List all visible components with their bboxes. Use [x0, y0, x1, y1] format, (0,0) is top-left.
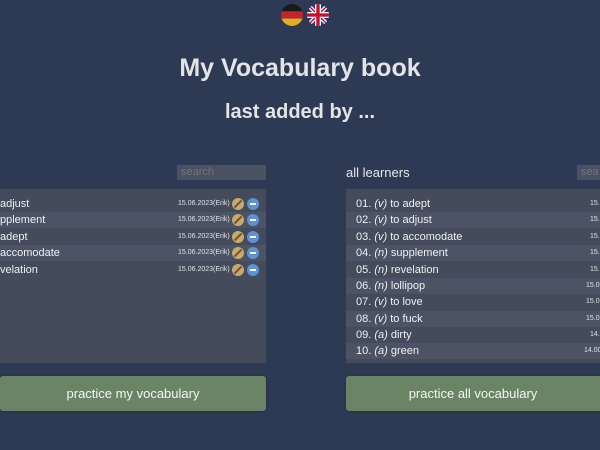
word-text: adept [0, 231, 28, 243]
word-type: (v) [374, 313, 388, 325]
word-type: (v) [374, 296, 388, 308]
item-number: 04. [356, 247, 372, 259]
word-text: dirty [390, 329, 412, 341]
uk-flag-icon[interactable] [307, 4, 329, 26]
word-text: accomodate [0, 247, 60, 259]
word-type: (v) [374, 231, 388, 243]
all-vocabulary-list: 01. (v) to adept 15. 02. (v) to adjust 1… [346, 189, 600, 363]
page-subtitle: last added by ... [224, 101, 376, 123]
page-title: My Vocabulary book [179, 54, 421, 82]
item-number: 03. [356, 231, 372, 243]
edit-icon[interactable] [232, 247, 244, 259]
list-item[interactable]: adept 15.06.2023(Erik) [0, 229, 266, 245]
word-text: green [390, 345, 420, 357]
german-flag-icon[interactable] [281, 4, 303, 26]
practice-my-vocabulary-button[interactable]: practice my vocabulary [0, 376, 266, 411]
language-switcher [281, 4, 329, 26]
edit-icon[interactable] [232, 214, 244, 226]
added-date: 15.0 [586, 298, 600, 305]
all-search-input[interactable] [577, 165, 600, 180]
list-item[interactable]: 01. (v) to adept 15. [346, 196, 600, 212]
word-text: supplement [390, 247, 448, 259]
item-number: 05. [356, 264, 372, 276]
list-item[interactable]: accomodate 15.06.2023(Erik) [0, 245, 266, 261]
item-number: 06. [356, 280, 372, 292]
list-item[interactable]: 06. (n) lollipop 15.0 [346, 278, 600, 294]
edit-icon[interactable] [232, 264, 244, 276]
list-item[interactable]: 05. (n) revelation 15. [346, 262, 600, 278]
remove-icon[interactable] [247, 198, 259, 210]
my-search-input[interactable] [177, 165, 266, 180]
list-item[interactable]: 07. (v) to love 15.0 [346, 294, 600, 310]
word-text: lollipop [390, 280, 426, 292]
list-item[interactable]: pplement 15.06.2023(Erik) [0, 212, 266, 228]
item-number: 01. [356, 198, 372, 210]
list-item[interactable]: 02. (v) to adjust 15. [346, 212, 600, 228]
word-text: revelation [390, 264, 439, 276]
item-number: 09. [356, 329, 372, 341]
added-date: 15. [590, 249, 600, 256]
word-text: to adept [390, 198, 431, 210]
list-item[interactable]: 03. (v) to accomodate 15. [346, 229, 600, 245]
word-type: (v) [374, 198, 388, 210]
added-date: 14.00 [584, 347, 600, 354]
word-text: to accomodate [390, 231, 463, 243]
added-date: 15. [590, 233, 600, 240]
word-text: to fuck [390, 313, 423, 325]
my-vocabulary-list: adjust 15.06.2023(Erik) pplement 15.06.2… [0, 189, 266, 363]
list-item[interactable]: 04. (n) supplement 15. [346, 245, 600, 261]
list-item[interactable]: velation 15.06.2023(Erik) [0, 262, 266, 278]
added-date: 15.06.2023(Erik) [178, 249, 230, 256]
practice-all-vocabulary-button[interactable]: practice all vocabulary [346, 376, 600, 411]
remove-icon[interactable] [247, 247, 259, 259]
item-number: 07. [356, 296, 372, 308]
word-type: (a) [374, 329, 388, 341]
list-item[interactable]: 10. (a) green 14.00 [346, 343, 600, 359]
remove-icon[interactable] [247, 214, 259, 226]
list-item[interactable]: 09. (a) dirty 14. [346, 327, 600, 343]
added-date: 15.06.2023(Erik) [178, 200, 230, 207]
word-type: (n) [374, 247, 388, 259]
edit-icon[interactable] [232, 231, 244, 243]
remove-icon[interactable] [247, 231, 259, 243]
added-date: 15. [590, 200, 600, 207]
item-number: 10. [356, 345, 372, 357]
word-type: (n) [374, 264, 388, 276]
item-number: 08. [356, 313, 372, 325]
added-date: 15. [590, 266, 600, 273]
word-type: (a) [374, 345, 388, 357]
edit-icon[interactable] [232, 198, 244, 210]
added-date: 15.0 [586, 282, 600, 289]
remove-icon[interactable] [247, 264, 259, 276]
added-date: 15.06.2023(Erik) [178, 216, 230, 223]
word-text: velation [0, 264, 38, 276]
all-learners-label: all learners [346, 165, 410, 180]
word-type: (v) [374, 214, 388, 226]
item-number: 02. [356, 214, 372, 226]
added-date: 15.06.2023(Erik) [178, 266, 230, 273]
word-text: adjust [0, 198, 30, 210]
word-type: (n) [374, 280, 388, 292]
list-item[interactable]: 08. (v) to fuck 15.0 [346, 311, 600, 327]
word-text: to love [390, 296, 423, 308]
added-date: 15. [590, 216, 600, 223]
added-date: 15.0 [586, 315, 600, 322]
word-text: to adjust [390, 214, 432, 226]
list-item[interactable]: adjust 15.06.2023(Erik) [0, 196, 266, 212]
word-text: pplement [0, 214, 46, 226]
added-date: 14. [590, 331, 600, 338]
added-date: 15.06.2023(Erik) [178, 233, 230, 240]
